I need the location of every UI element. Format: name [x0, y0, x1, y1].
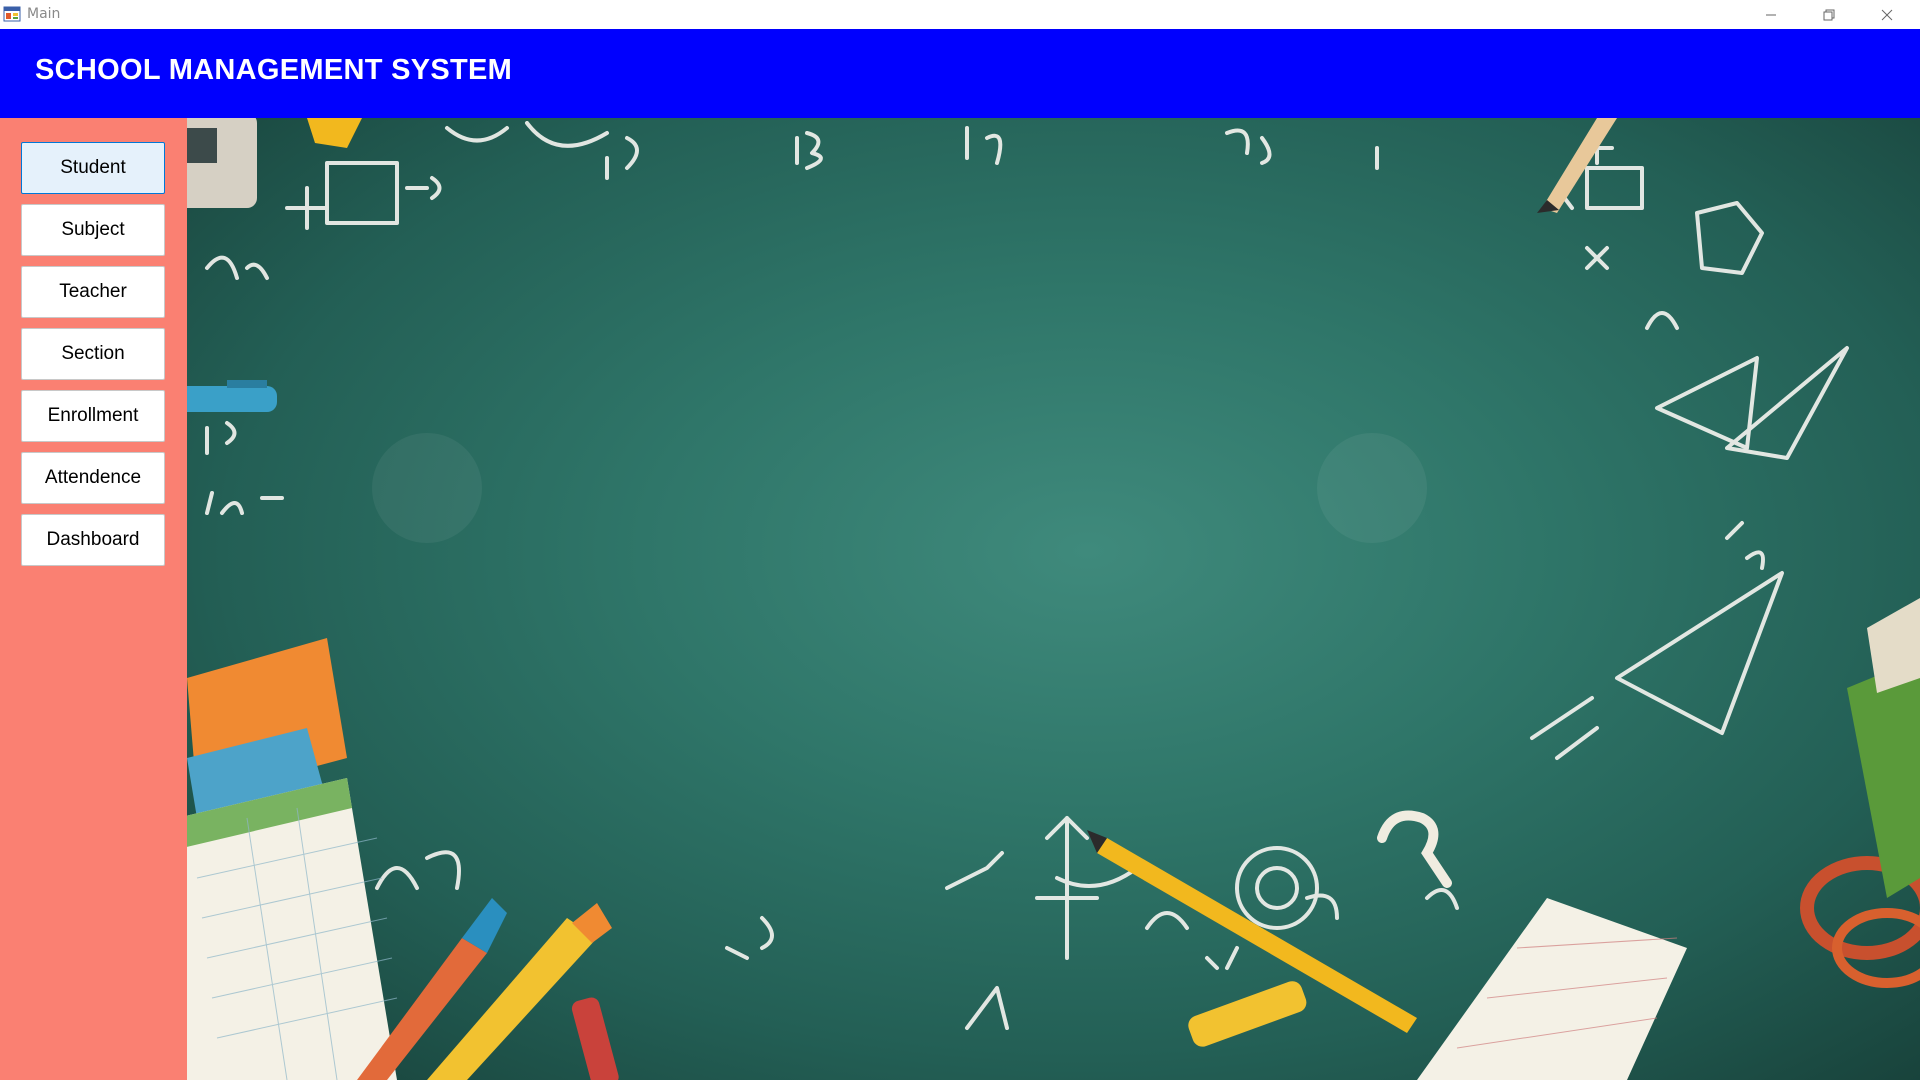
close-button[interactable]	[1858, 0, 1916, 29]
student-button[interactable]: Student	[21, 142, 165, 194]
teacher-button[interactable]: Teacher	[21, 266, 165, 318]
chalkboard-doodles	[187, 118, 1920, 1080]
minimize-button[interactable]	[1742, 0, 1800, 29]
minimize-icon	[1766, 14, 1776, 15]
attendence-button[interactable]: Attendence	[21, 452, 165, 504]
subject-button[interactable]: Subject	[21, 204, 165, 256]
app-window-icon	[3, 6, 21, 22]
enrollment-button[interactable]: Enrollment	[21, 390, 165, 442]
sidebar: Student Subject Teacher Section Enrollme…	[0, 118, 187, 1080]
restore-button[interactable]	[1800, 0, 1858, 29]
restore-icon	[1823, 9, 1835, 20]
chalkboard-background-image	[187, 118, 1920, 1080]
title-bar[interactable]: Main	[0, 0, 1920, 29]
section-button[interactable]: Section	[21, 328, 165, 380]
close-icon	[1881, 9, 1893, 20]
dashboard-button[interactable]: Dashboard	[21, 514, 165, 566]
app-header: SCHOOL MANAGEMENT SYSTEM	[0, 29, 1920, 118]
main-window: Main SCHOOL MANAGEMENT SYSTEM Student Su…	[0, 0, 1920, 1080]
app-title: SCHOOL MANAGEMENT SYSTEM	[35, 54, 513, 86]
window-title: Main	[27, 6, 61, 22]
